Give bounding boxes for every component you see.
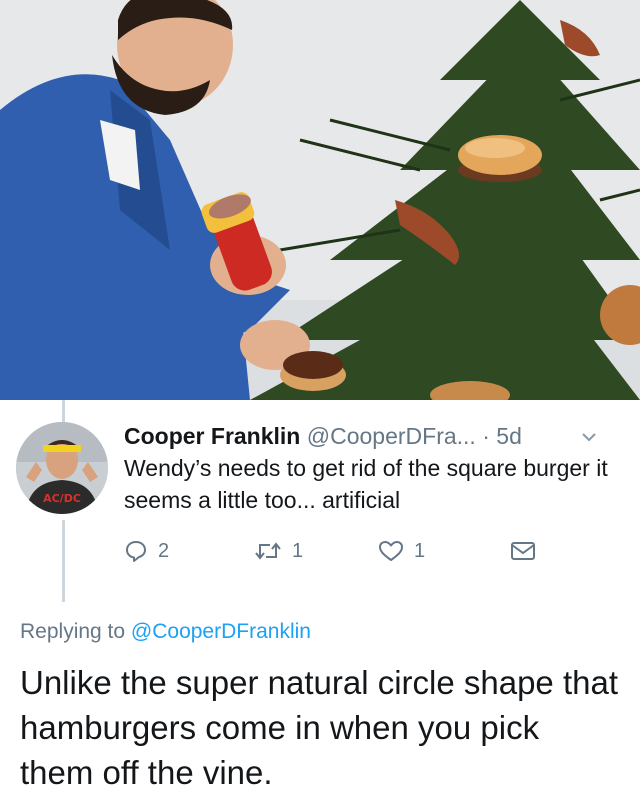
tweet-text: Wendy’s needs to get rid of the square b…	[124, 455, 608, 513]
retweet-button[interactable]: 1	[254, 536, 303, 566]
retweet-count: 1	[292, 539, 304, 562]
avatar-shirt-text: AC/DC	[43, 492, 81, 505]
message-button[interactable]	[510, 536, 536, 566]
thread-line-bottom	[62, 520, 65, 602]
photo-illustration	[0, 0, 640, 400]
like-button[interactable]: 1	[378, 536, 425, 566]
like-count: 1	[414, 539, 426, 562]
retweet-icon	[254, 539, 282, 563]
avatar-illustration: AC/DC	[16, 422, 108, 514]
envelope-icon	[510, 540, 536, 562]
reply-button[interactable]: 2	[124, 536, 169, 566]
timestamp[interactable]: 5d	[496, 423, 522, 449]
separator-dot: ·	[482, 423, 490, 449]
chevron-down-icon[interactable]	[580, 428, 598, 446]
replying-to: Replying to @CooperDFranklin	[20, 618, 311, 646]
reply-text: Unlike the super natural circle shape th…	[20, 664, 618, 791]
replying-mention-link[interactable]: @CooperDFranklin	[131, 620, 311, 643]
thread-line-top	[62, 400, 65, 422]
tweet-photo[interactable]	[0, 0, 640, 400]
tweet-actions: 2 1 1	[124, 536, 544, 566]
replying-prefix: Replying to	[20, 620, 126, 643]
avatar[interactable]: AC/DC	[16, 422, 108, 514]
display-name[interactable]: Cooper Franklin	[124, 423, 300, 449]
reply-count: 2	[158, 539, 170, 562]
heart-icon	[378, 539, 404, 563]
handle[interactable]: @CooperDFra...	[307, 423, 476, 449]
tweet-header: Cooper Franklin @CooperDFra... · 5d	[124, 420, 624, 452]
reply-icon	[124, 539, 148, 563]
